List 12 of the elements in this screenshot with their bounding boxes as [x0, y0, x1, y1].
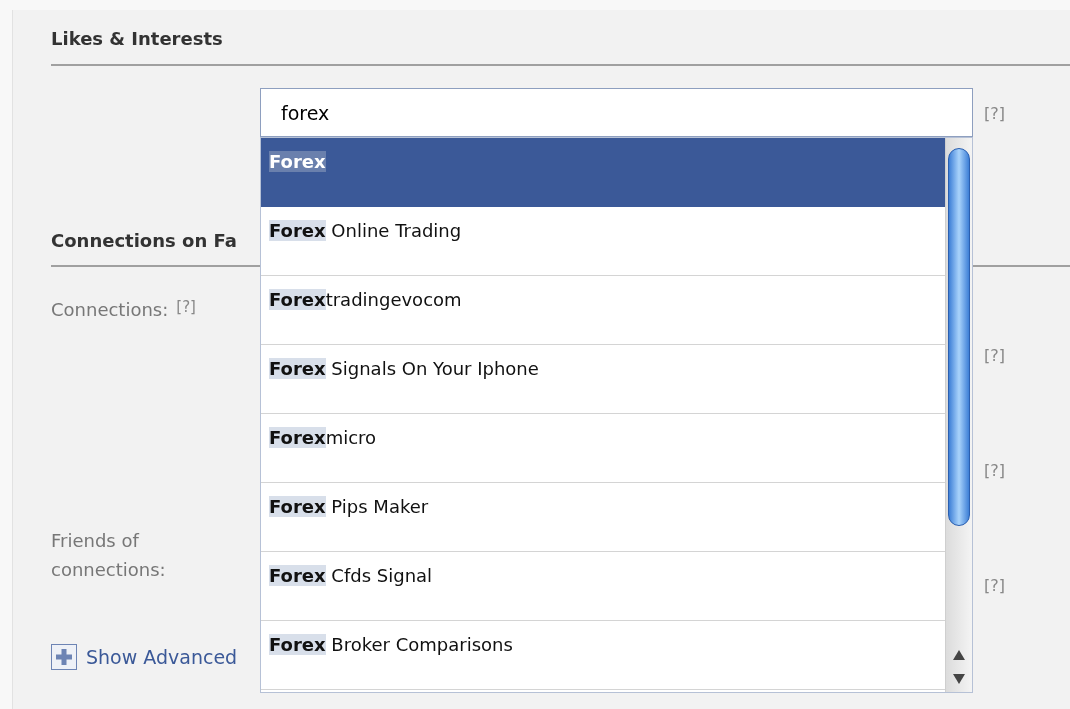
scrollbar[interactable]: [945, 138, 972, 692]
field-label: Connections:: [51, 298, 169, 322]
field-label: Friends of connections:: [51, 529, 167, 582]
scrollbar-thumb[interactable]: [948, 148, 970, 526]
show-advanced-link[interactable]: Show Advanced: [86, 643, 238, 672]
scroll-up-icon[interactable]: [953, 650, 965, 660]
plus-icon[interactable]: [51, 644, 77, 671]
section-title: Likes & Interests: [51, 27, 224, 51]
suggestion-option[interactable]: Forex: [261, 138, 945, 207]
section-title: Connections on Fa: [51, 229, 237, 253]
interests-input-field[interactable]: forex: [260, 88, 973, 137]
scroll-down-icon[interactable]: [953, 674, 965, 684]
